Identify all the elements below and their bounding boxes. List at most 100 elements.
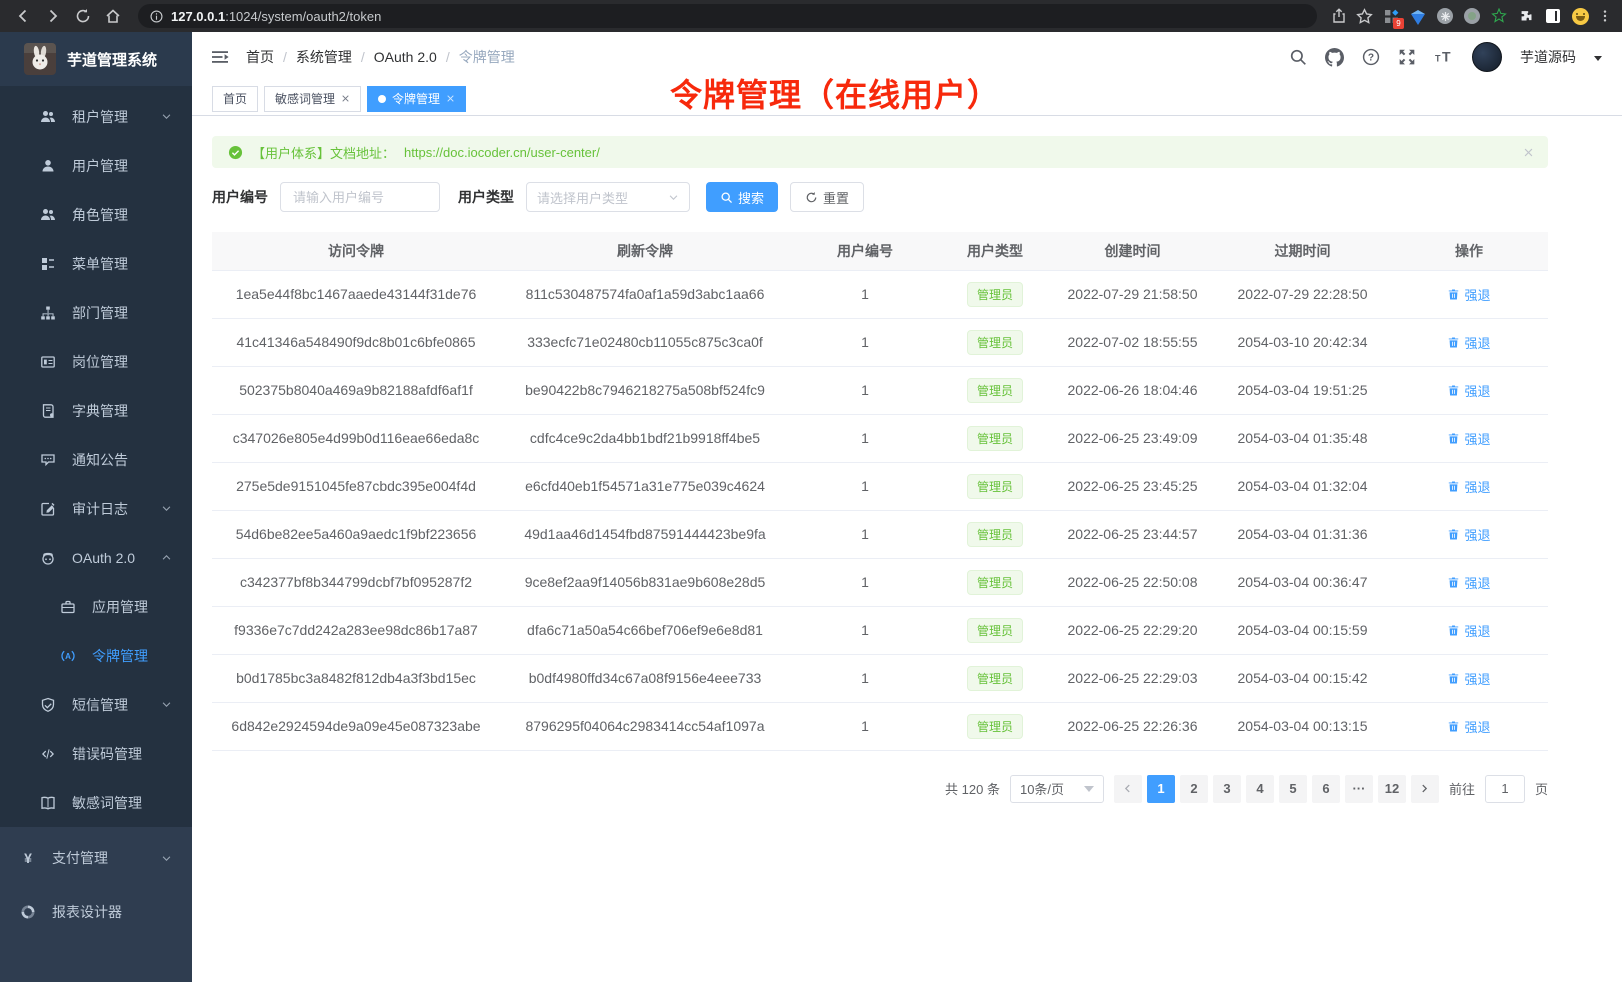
search-button[interactable]: 搜索 [706, 182, 778, 212]
sidebar-item-user[interactable]: 用户管理 [0, 141, 192, 190]
sidebar-item-dict[interactable]: 字典管理 [0, 386, 192, 435]
sidebar-item-payment[interactable]: ¥ 支付管理 [0, 831, 192, 885]
trash-icon [1447, 288, 1460, 301]
puzzle-extension-icon[interactable] [1517, 7, 1535, 25]
force-logout-button[interactable]: 强退 [1447, 573, 1490, 592]
sidebar-item-sensitive-word[interactable]: 敏感词管理 [0, 778, 192, 827]
page-button[interactable]: 6 [1312, 775, 1340, 803]
address-bar[interactable]: 127.0.0.1:1024/system/oauth2/token [138, 4, 1317, 28]
search-form: 用户编号 用户类型 请选择用户类型 搜索 重置 [212, 182, 1548, 212]
sidebar-item-report-designer[interactable]: 报表设计器 [0, 885, 192, 939]
close-icon[interactable] [341, 94, 350, 103]
sidebar-item-post[interactable]: 岗位管理 [0, 337, 192, 386]
force-logout-button[interactable]: 强退 [1447, 333, 1490, 352]
close-icon[interactable] [446, 94, 455, 103]
sidebar-item-notice[interactable]: 通知公告 [0, 435, 192, 484]
browser-menu-icon[interactable] [1598, 9, 1612, 23]
user-id-input[interactable] [280, 182, 440, 212]
trash-icon [1447, 336, 1460, 349]
tab-sensitive-word[interactable]: 敏感词管理 [264, 86, 361, 112]
trash-icon [1447, 432, 1460, 445]
search-icon[interactable] [1289, 48, 1307, 66]
user-type-cell: 管理员 [940, 414, 1050, 462]
site-info-icon[interactable] [150, 10, 163, 23]
user-type-badge: 管理员 [967, 378, 1023, 403]
share-icon[interactable] [1331, 8, 1347, 24]
page-button[interactable]: 1 [1147, 775, 1175, 803]
user-type-select[interactable]: 请选择用户类型 [526, 182, 690, 212]
page-button[interactable]: ··· [1345, 775, 1373, 803]
force-logout-button[interactable]: 强退 [1447, 621, 1490, 640]
breadcrumb-system[interactable]: 系统管理 [296, 47, 352, 67]
doc-link[interactable]: https://doc.iocoder.cn/user-center/ [404, 145, 600, 160]
browser-home-button[interactable] [100, 3, 126, 29]
force-logout-button[interactable]: 强退 [1447, 717, 1490, 736]
access-token-cell: 41c41346a548490f9dc8b01c6bfe0865 [212, 318, 500, 366]
goto-page-input[interactable] [1485, 775, 1525, 803]
sidebar-item-error-code[interactable]: 错误码管理 [0, 729, 192, 778]
sidebar-menu: 租户管理 用户管理 角色管理 菜单管理 部门管理 岗位管理 [0, 86, 192, 827]
prev-page-button[interactable] [1114, 775, 1142, 803]
actions-cell: 强退 [1390, 318, 1548, 366]
browser-reload-button[interactable] [70, 3, 96, 29]
page-button[interactable]: 3 [1213, 775, 1241, 803]
segmented-circle-icon [20, 904, 36, 920]
page-button[interactable]: 2 [1180, 775, 1208, 803]
page-button[interactable]: 4 [1246, 775, 1274, 803]
bookmark-star-icon[interactable] [1356, 8, 1373, 25]
smiley-extension-icon[interactable] [1571, 7, 1589, 25]
access-token-cell: 54d6be82ee5a460a9aedc1f9bf223656 [212, 510, 500, 558]
sidebar-collapse-icon[interactable] [210, 47, 230, 67]
caret-down-icon[interactable] [1594, 56, 1602, 61]
font-size-icon[interactable]: TT [1434, 48, 1454, 66]
breadcrumb-home[interactable]: 首页 [246, 47, 274, 67]
page-size-select[interactable]: 10条/页 [1010, 775, 1104, 803]
page-button[interactable]: 5 [1279, 775, 1307, 803]
next-page-button[interactable] [1411, 775, 1439, 803]
extension-grid-icon[interactable]: 9 [1382, 7, 1400, 25]
refresh-token-cell: b0df4980ffd34c67a08f9156e4eee733 [500, 654, 790, 702]
force-logout-button[interactable]: 强退 [1447, 381, 1490, 400]
sidebar-item-role[interactable]: 角色管理 [0, 190, 192, 239]
sidebar-item-sms[interactable]: 短信管理 [0, 680, 192, 729]
alert-close-icon[interactable] [1523, 147, 1534, 158]
refresh-token-cell: 8796295f04064c2983414cc54af1097a [500, 702, 790, 750]
chevron-down-icon [161, 853, 172, 864]
tab-token-manage[interactable]: 令牌管理 [367, 86, 466, 112]
force-logout-button[interactable]: 强退 [1447, 525, 1490, 544]
breadcrumb-oauth[interactable]: OAuth 2.0 [374, 49, 437, 65]
help-icon[interactable]: ? [1362, 48, 1380, 66]
created-cell: 2022-06-25 23:49:09 [1050, 414, 1215, 462]
tab-home[interactable]: 首页 [212, 86, 258, 112]
sidebar-item-dept[interactable]: 部门管理 [0, 288, 192, 337]
expires-cell: 2054-03-04 00:15:59 [1215, 606, 1390, 654]
page-button[interactable]: 12 [1378, 775, 1406, 803]
gem-extension-icon[interactable] [1409, 7, 1427, 25]
force-logout-button[interactable]: 强退 [1447, 429, 1490, 448]
sidebar-item-oauth[interactable]: OAuth 2.0 [0, 533, 192, 582]
fullscreen-icon[interactable] [1398, 48, 1416, 66]
star-extension-icon[interactable] [1490, 7, 1508, 25]
dot-extension-icon[interactable] [1463, 7, 1481, 25]
user-type-badge: 管理员 [967, 426, 1023, 451]
force-logout-button[interactable]: 强退 [1447, 669, 1490, 688]
trash-icon [1447, 384, 1460, 397]
sidebar-item-app-manage[interactable]: 应用管理 [0, 582, 192, 631]
split-screen-extension-icon[interactable] [1544, 7, 1562, 25]
browser-forward-button[interactable] [40, 3, 66, 29]
app-logo[interactable]: 芋道管理系统 [0, 32, 192, 86]
force-logout-button[interactable]: 强退 [1447, 477, 1490, 496]
expires-cell: 2022-07-29 22:28:50 [1215, 270, 1390, 318]
sidebar-item-audit-log[interactable]: 审计日志 [0, 484, 192, 533]
force-logout-button[interactable]: 强退 [1447, 285, 1490, 304]
sidebar-item-menu[interactable]: 菜单管理 [0, 239, 192, 288]
username[interactable]: 芋道源码 [1520, 47, 1576, 67]
sidebar-item-token-manage[interactable]: A 令牌管理 [0, 631, 192, 680]
reset-button[interactable]: 重置 [790, 182, 864, 212]
chat-bubble-icon [40, 452, 56, 468]
browser-back-button[interactable] [10, 3, 36, 29]
sidebar-item-tenant[interactable]: 租户管理 [0, 92, 192, 141]
github-icon[interactable] [1325, 48, 1344, 67]
asterisk-extension-icon[interactable] [1436, 7, 1454, 25]
avatar[interactable] [1472, 42, 1502, 72]
